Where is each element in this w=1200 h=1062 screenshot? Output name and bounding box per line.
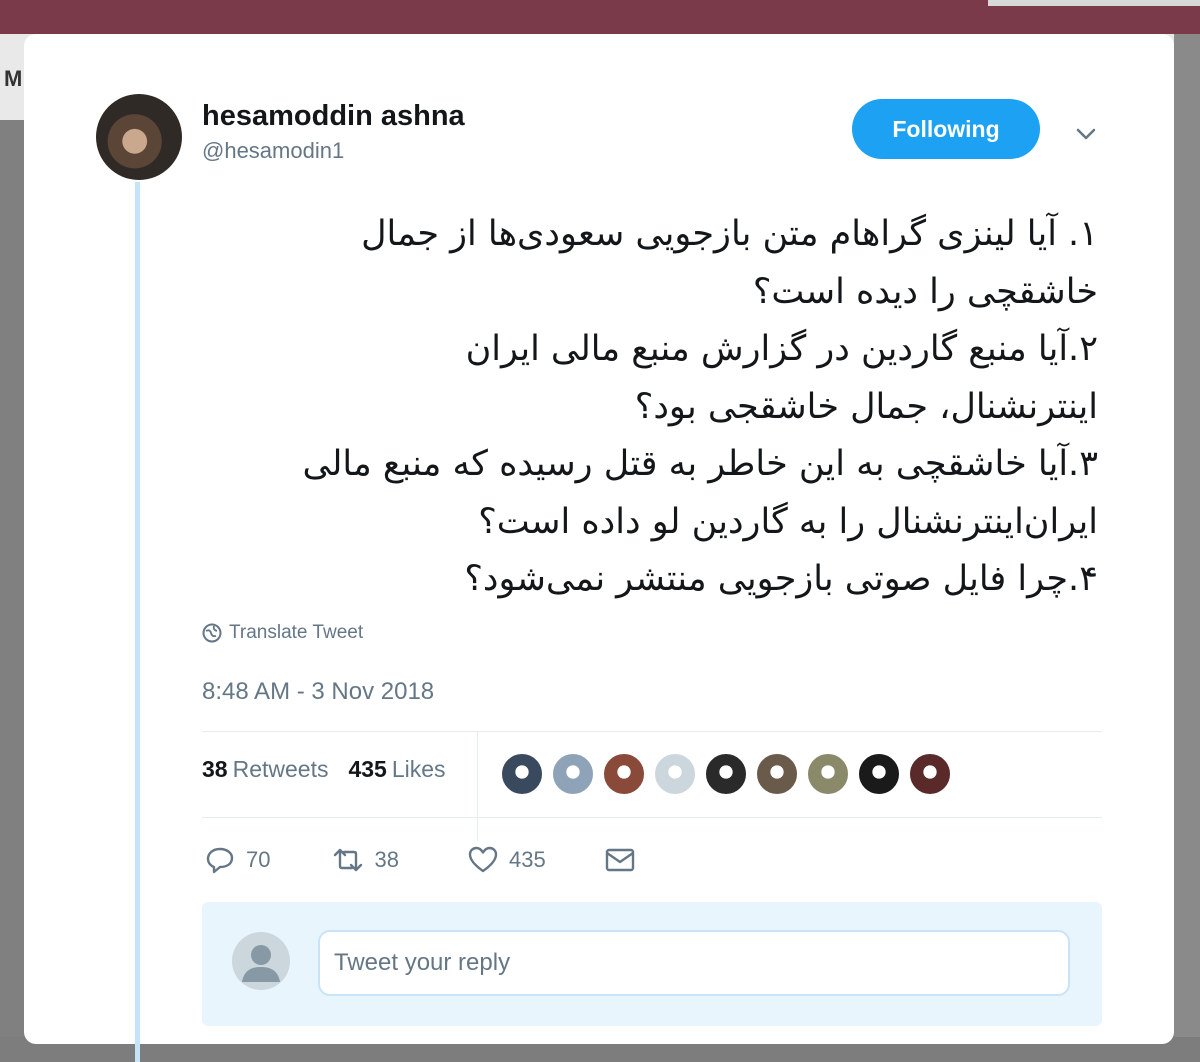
globe-icon [202, 623, 222, 643]
tweet-text-line: ایران‌اینترنشنال را به گاردین لو داده اس… [478, 501, 1098, 542]
reply-input[interactable] [318, 930, 1070, 996]
thread-line [135, 182, 140, 1062]
user-avatar[interactable] [232, 932, 290, 990]
envelope-icon [605, 848, 634, 872]
retweet-button[interactable]: 38 [332, 844, 399, 876]
liker-avatars [500, 752, 952, 796]
tweet-stats: 38 Retweets 435 Likes [202, 756, 446, 783]
translate-tweet-link[interactable]: Translate Tweet [202, 622, 363, 644]
tweet-text-line: ۱. آیا لینزی گراهام متن بازجویی سعودی‌ها… [361, 214, 1098, 254]
liker-avatar[interactable] [602, 752, 646, 796]
chevron-down-icon[interactable] [1074, 122, 1098, 146]
liker-avatar[interactable] [704, 752, 748, 796]
heart-icon [468, 846, 498, 873]
liker-avatar[interactable] [908, 752, 952, 796]
reply-count: 70 [246, 847, 271, 872]
retweets-stat[interactable]: 38 Retweets [202, 756, 328, 783]
tweet-text-line: ۴.چرا فایل صوتی بازجویی منتشر نمی‌شود؟ [464, 559, 1098, 599]
retweet-icon [334, 848, 363, 872]
liker-avatar[interactable] [500, 752, 544, 796]
following-button[interactable]: Following [852, 99, 1040, 159]
default-user-icon [242, 945, 280, 982]
liker-avatar[interactable] [551, 752, 595, 796]
liker-avatar[interactable] [653, 752, 697, 796]
liker-avatar[interactable] [857, 752, 901, 796]
reply-button[interactable]: 70 [204, 844, 270, 876]
author-avatar[interactable] [96, 94, 182, 180]
tweet-text-line: ۳.آیا خاشقچی به این خاطر به قتل رسیده که… [302, 444, 1098, 484]
translate-tweet-label: Translate Tweet [229, 622, 364, 643]
background-left-letter: M [4, 66, 23, 91]
tweet-text-line: خاشقچی را دیده است؟ [752, 271, 1098, 312]
tweet-text-line: ۲.آیا منبع گاردین در گزارش منبع مالی ایر… [465, 329, 1098, 369]
likes-stat[interactable]: 435 Likes [348, 756, 445, 783]
like-count: 435 [508, 847, 546, 872]
direct-message-button[interactable] [604, 844, 636, 876]
tweet-actions: 70 38 435 [204, 840, 636, 880]
liker-avatar[interactable] [755, 752, 799, 796]
tweet-timestamp[interactable]: 8:48 AM - 3 Nov 2018 [202, 678, 434, 706]
stats-separator [477, 731, 478, 841]
background-left-panel [0, 120, 24, 1037]
author-handle[interactable]: @hesamodin1 [202, 138, 344, 164]
divider-bottom [202, 817, 1102, 818]
tweet-text: ۱. آیا لینزی گراهام متن بازجویی سعودی‌ها… [194, 206, 1098, 609]
author-name[interactable]: hesamoddin ashna [202, 100, 465, 133]
liker-avatar[interactable] [806, 752, 850, 796]
divider-top [202, 731, 1102, 732]
reply-icon [206, 847, 234, 874]
likes-count: 435 [348, 756, 387, 782]
tweet-modal: hesamoddin ashna @hesamodin1 Following ۱… [24, 34, 1174, 1062]
retweets-label: Retweets [232, 756, 329, 782]
browser-top-bar-tab [988, 0, 1200, 6]
retweet-count: 38 [374, 847, 399, 872]
like-button[interactable]: 435 [467, 844, 546, 876]
background-right-panel [1174, 34, 1200, 1037]
tweet-text-line: اینترنشنال، جمال خاشقجی بود؟ [634, 386, 1098, 427]
likes-label: Likes [391, 756, 446, 782]
retweets-count: 38 [202, 756, 228, 782]
